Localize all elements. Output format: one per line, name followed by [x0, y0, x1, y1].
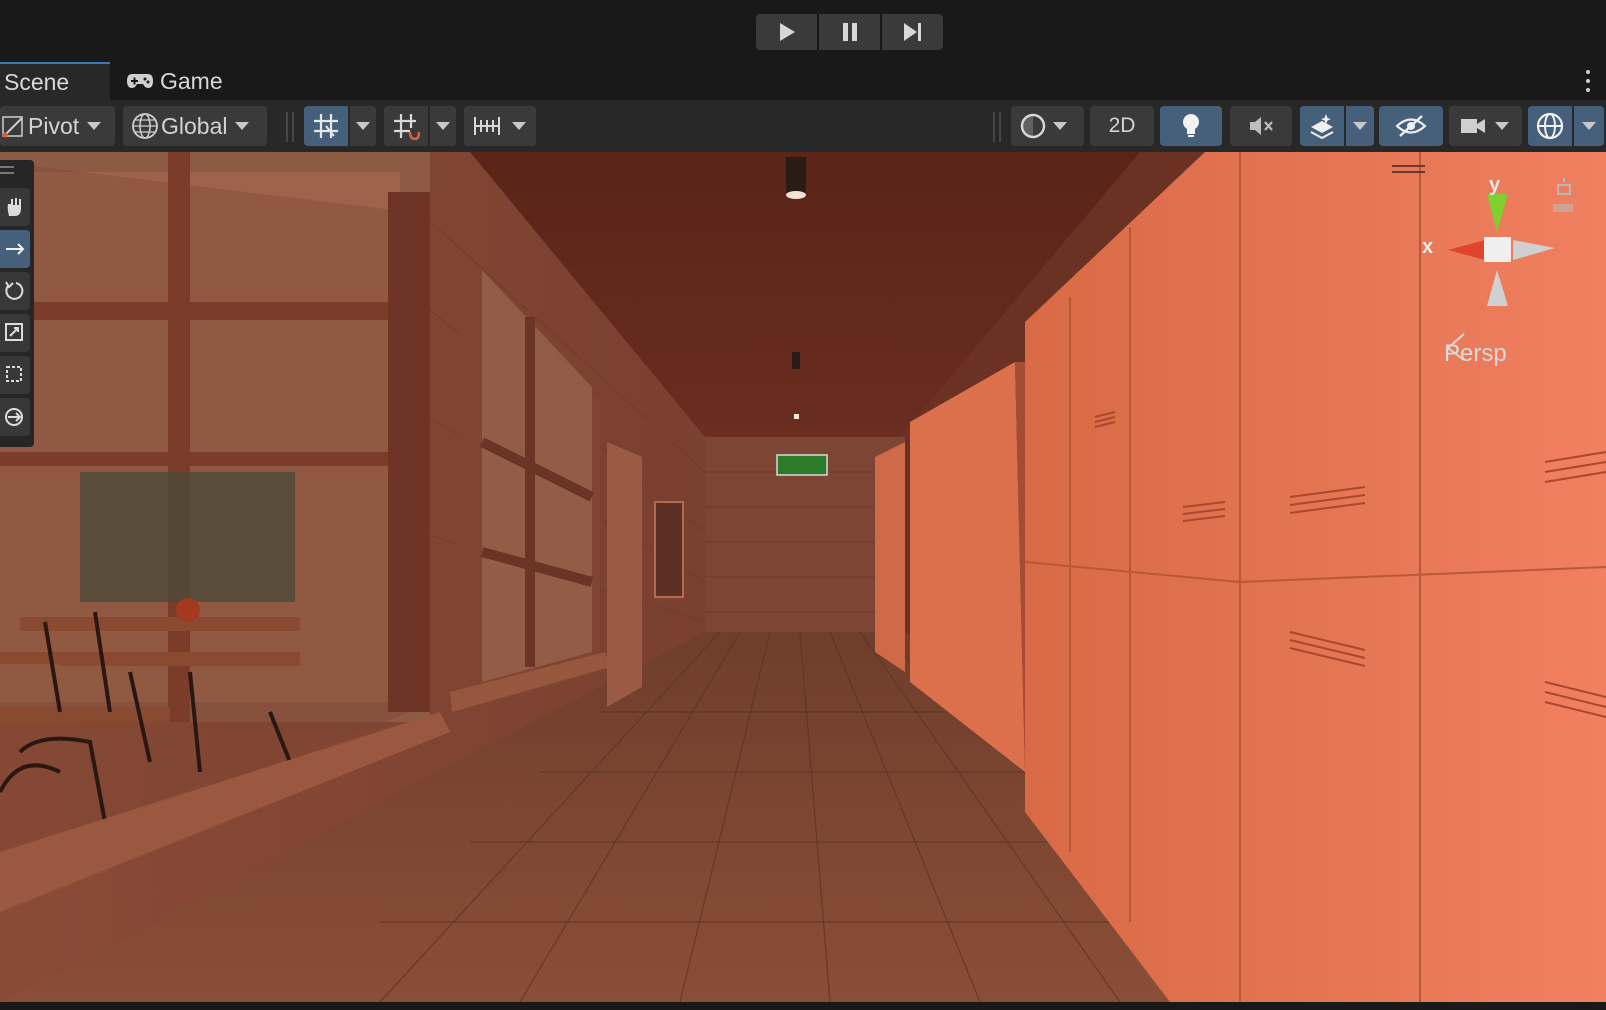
- rotate-tool-button[interactable]: [0, 272, 30, 310]
- gizmos-dropdown[interactable]: [1574, 106, 1604, 146]
- increment-snap-dropdown[interactable]: [464, 106, 536, 146]
- global-label: Global: [161, 112, 228, 139]
- play-icon: [779, 23, 795, 41]
- scale-tool-button[interactable]: [0, 314, 30, 352]
- projection-toggle[interactable]: Persp: [1444, 340, 1507, 368]
- grid-snap-icon: [394, 114, 420, 140]
- scene-audio-toggle[interactable]: [1230, 106, 1292, 146]
- tab-scene[interactable]: Scene: [0, 62, 110, 100]
- chevron-down-icon: [1053, 122, 1067, 130]
- tab-game[interactable]: Game: [118, 62, 256, 100]
- grid-snap-dropdown[interactable]: [430, 106, 456, 146]
- chevron-down-icon: [1495, 122, 1509, 130]
- hand-icon: [7, 198, 22, 216]
- pause-button[interactable]: [819, 14, 880, 50]
- play-button[interactable]: [756, 14, 817, 50]
- mode-2d-toggle[interactable]: 2D: [1090, 106, 1154, 146]
- effects-layers-icon: [1310, 114, 1334, 140]
- chevron-down-icon: [1353, 122, 1367, 130]
- gizmo-x-label: x: [1422, 236, 1434, 258]
- shading-sphere-icon: [1020, 113, 1046, 139]
- view-tab-strip: Scene Game: [0, 62, 1606, 101]
- move-tool-button[interactable]: [0, 230, 30, 268]
- chevron-down-icon: [436, 122, 450, 130]
- chevron-down-icon: [356, 122, 370, 130]
- draw-mode-dropdown[interactable]: [1011, 106, 1084, 146]
- scene-camera-dropdown[interactable]: [1449, 106, 1522, 146]
- grid-snap-split: [384, 106, 456, 146]
- grid-visibility-split: [304, 106, 376, 146]
- grid-snap-button[interactable]: [384, 106, 428, 146]
- rotate-icon: [5, 281, 24, 300]
- rect-tool-button[interactable]: [0, 356, 30, 394]
- scene-effects-toggle[interactable]: [1300, 106, 1344, 146]
- toolbar-separator: [993, 112, 995, 142]
- audio-muted-icon: [1250, 117, 1273, 135]
- gizmo-y-label: y: [1489, 174, 1501, 196]
- scene-render: [0, 152, 1606, 1002]
- view-tool-button[interactable]: [0, 188, 30, 226]
- rect-transform-icon: [6, 366, 22, 382]
- tools-overlay: [0, 160, 34, 447]
- tab-game-label: Game: [160, 67, 223, 94]
- more-options-icon[interactable]: [1584, 68, 1592, 94]
- grid-options-dropdown[interactable]: [350, 106, 376, 146]
- pause-icon: [842, 23, 857, 41]
- globe-icon: [132, 113, 158, 139]
- toolbar-separator: [292, 112, 294, 142]
- step-icon: [903, 23, 921, 41]
- bottom-edge: [0, 1002, 1606, 1010]
- mode-2d-label: 2D: [1108, 114, 1136, 137]
- chevron-down-icon: [1582, 122, 1596, 130]
- tab-scene-label: Scene: [4, 68, 70, 95]
- hidden-eye-icon: [1395, 115, 1427, 137]
- scene-visibility-toggle[interactable]: [1379, 106, 1443, 146]
- transform-tool-button[interactable]: [0, 398, 30, 436]
- transform-icon: [5, 408, 23, 426]
- playmode-bar: [0, 0, 1606, 62]
- grid-visibility-button[interactable]: [304, 106, 348, 146]
- scene-toolbar: Pivot Global 2D: [0, 100, 1606, 152]
- step-button[interactable]: [882, 14, 943, 50]
- chevron-down-icon: [87, 122, 102, 130]
- scale-icon: [5, 323, 23, 341]
- gizmo-globe-icon: [1536, 112, 1564, 140]
- playmode-controls: [756, 14, 943, 50]
- global-dropdown[interactable]: Global: [123, 106, 267, 146]
- toolbar-separator: [999, 112, 1001, 142]
- pivot-dropdown[interactable]: Pivot: [0, 106, 115, 146]
- increment-snap-icon: [474, 117, 500, 135]
- scene-effects-dropdown[interactable]: [1346, 106, 1374, 146]
- scene-effects-split: [1300, 106, 1374, 146]
- chevron-down-icon: [235, 122, 250, 130]
- lightbulb-icon: [1183, 114, 1199, 137]
- gizmos-toggle[interactable]: [1528, 106, 1572, 146]
- overlay-handle[interactable]: [0, 166, 14, 168]
- grid-icon: [314, 114, 338, 138]
- scene-viewport[interactable]: y x Persp: [0, 152, 1606, 1002]
- gamepad-icon: [127, 74, 153, 88]
- toolbar-separator: [286, 112, 288, 142]
- pivot-icon: [2, 116, 23, 138]
- pivot-label: Pivot: [28, 112, 80, 139]
- gizmos-split: [1528, 106, 1604, 146]
- camera-icon: [1461, 119, 1485, 133]
- scene-lighting-toggle[interactable]: [1160, 106, 1222, 146]
- move-arrows-icon: [6, 243, 25, 255]
- chevron-down-icon: [512, 122, 526, 130]
